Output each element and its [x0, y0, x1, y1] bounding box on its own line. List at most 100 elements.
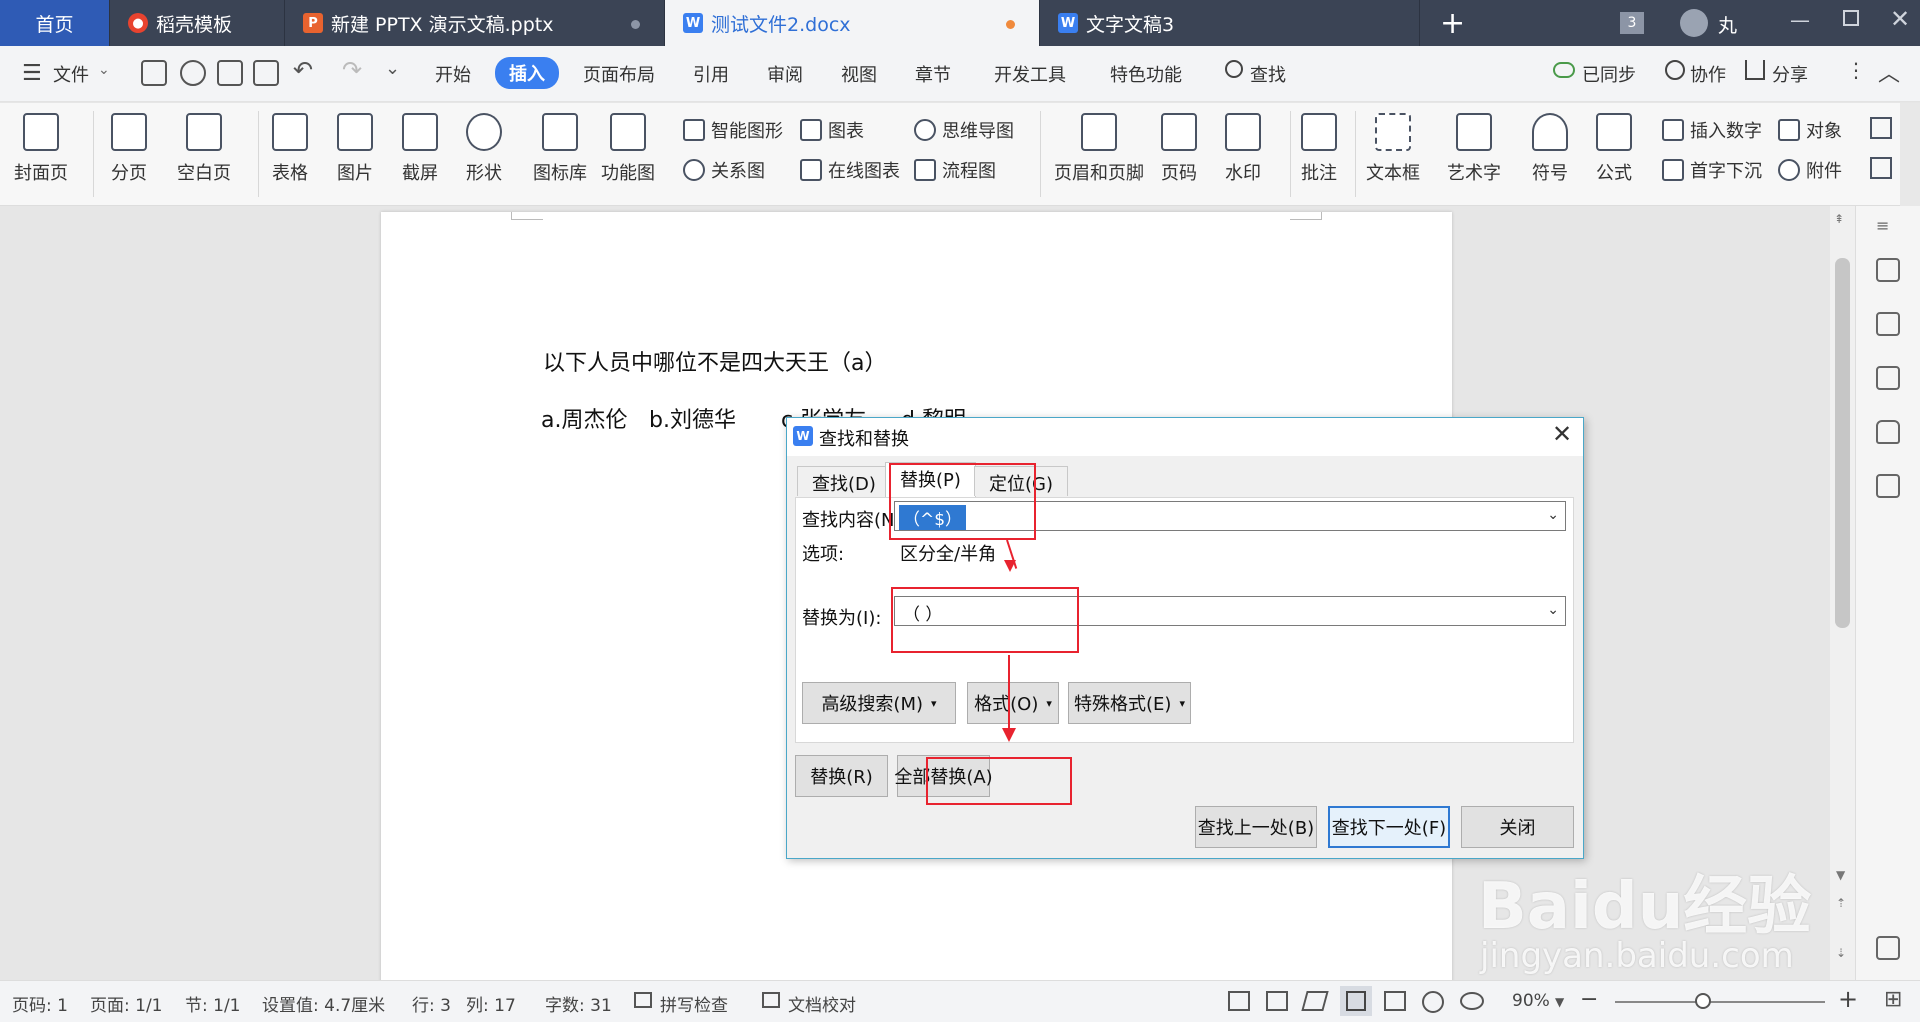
search-icon[interactable]	[1225, 60, 1243, 78]
hamburger-icon[interactable]: ☰	[22, 61, 42, 86]
web-view-icon[interactable]	[1422, 991, 1444, 1013]
tab-docx-active[interactable]: W 测试文件2.docx	[665, 0, 1040, 46]
calendar-icon[interactable]	[1870, 117, 1892, 139]
read-mode-icon[interactable]	[1266, 991, 1288, 1011]
outline-view-icon[interactable]	[1384, 991, 1406, 1011]
menu-search[interactable]: 查找	[1250, 61, 1286, 87]
smart-shape-button[interactable]: 智能图形	[683, 117, 783, 143]
new-tab-icon[interactable]: +	[1440, 6, 1465, 41]
collapse-ribbon-icon[interactable]: ︿	[1878, 56, 1900, 88]
sync-status[interactable]: 已同步	[1582, 61, 1636, 87]
relation-chart-button[interactable]: 关系图	[683, 157, 765, 183]
page-break-button[interactable]: 分页	[111, 113, 147, 185]
collab-button[interactable]: 协作	[1690, 61, 1726, 87]
status-setting[interactable]: 设置值: 4.7厘米	[262, 991, 385, 1016]
tab-find[interactable]: 查找(D)	[797, 466, 891, 496]
restore-icon[interactable]	[1843, 10, 1859, 26]
menu-item-developer[interactable]: 开发工具	[994, 61, 1066, 87]
scroll-thumb[interactable]	[1835, 258, 1850, 628]
menu-item-references[interactable]: 引用	[693, 61, 729, 87]
drop-cap-button[interactable]: 首字下沉	[1662, 157, 1762, 183]
lock-icon[interactable]	[1876, 420, 1900, 444]
dialog-close-icon[interactable]: ✕	[1552, 420, 1572, 448]
window-count-badge[interactable]: 3	[1620, 12, 1644, 34]
close-window-icon[interactable]: ✕	[1890, 5, 1910, 33]
more-icon[interactable]: ⋮	[1846, 58, 1866, 82]
zoom-dropdown-icon[interactable]: ▼	[1555, 995, 1564, 1009]
flowchart-button[interactable]: 流程图	[914, 157, 996, 183]
dialog-titlebar[interactable]: W 查找和替换 ✕	[787, 418, 1583, 456]
settings-sliders-icon[interactable]	[1876, 366, 1900, 390]
table-button[interactable]: 表格	[272, 113, 308, 185]
screenshot-button[interactable]: 截屏	[402, 113, 438, 185]
advanced-search-button[interactable]: 高级搜索(M) ▾	[802, 682, 956, 724]
menu-item-layout[interactable]: 页面布局	[583, 61, 655, 87]
print-icon[interactable]	[217, 60, 243, 86]
next-page-icon[interactable]: ⇣	[1836, 946, 1846, 960]
chevron-down-icon[interactable]: ⌄	[1547, 602, 1559, 618]
zoom-slider[interactable]	[1615, 1001, 1825, 1003]
avatar[interactable]	[1680, 9, 1708, 37]
document-line-question[interactable]: 以下人员中哪位不是四大天王（a）	[543, 345, 886, 377]
replace-button[interactable]: 替换(R)	[795, 755, 888, 797]
menu-item-start[interactable]: 开始	[435, 61, 471, 87]
function-chart-button[interactable]: 功能图	[601, 113, 655, 185]
tab-docx-3[interactable]: W 文字文稿3	[1040, 0, 1420, 46]
scroll-down-icon[interactable]: ▼	[1836, 868, 1845, 882]
eye-protect-icon[interactable]	[1460, 992, 1484, 1010]
ribbon-scroll[interactable]	[1900, 103, 1920, 206]
tab-docer[interactable]: ● 稻壳模板	[110, 0, 285, 46]
picture-button[interactable]: 图片	[337, 113, 373, 185]
find-next-button[interactable]: 查找下一处(F)	[1328, 806, 1450, 848]
document-option-a[interactable]: a.周杰伦	[541, 402, 627, 434]
menu-item-chapter[interactable]: 章节	[915, 61, 951, 87]
menu-item-insert[interactable]: 插入	[495, 57, 559, 89]
pen-icon[interactable]	[1876, 258, 1900, 282]
menu-item-features[interactable]: 特色功能	[1110, 61, 1182, 87]
format-painter-icon[interactable]	[180, 60, 206, 86]
wordart-button[interactable]: 艺术字	[1447, 113, 1501, 185]
undo-icon[interactable]: ↶	[293, 56, 313, 84]
find-previous-button[interactable]: 查找上一处(B)	[1195, 806, 1317, 848]
page-number-button[interactable]: 页码	[1161, 113, 1197, 185]
status-row[interactable]: 行: 3	[412, 991, 451, 1016]
format-button[interactable]: 格式(O) ▾	[967, 682, 1059, 724]
save-icon[interactable]	[141, 60, 167, 86]
mind-map-button[interactable]: 思维导图	[914, 117, 1014, 143]
cursor-icon[interactable]	[1876, 312, 1900, 336]
formula-button[interactable]: 公式	[1596, 113, 1632, 185]
dialog-close-button[interactable]: 关闭	[1461, 806, 1574, 848]
prev-page-icon[interactable]: ⇡	[1836, 896, 1846, 910]
fullscreen-icon[interactable]	[1228, 991, 1250, 1011]
status-col[interactable]: 列: 17	[466, 991, 516, 1016]
header-footer-button[interactable]: 页眉和页脚	[1054, 113, 1144, 185]
document-icon[interactable]	[1870, 157, 1892, 179]
attachment-button[interactable]: 附件	[1778, 157, 1842, 183]
blank-page-button[interactable]: 空白页	[177, 113, 231, 185]
zoom-slider-thumb[interactable]	[1695, 993, 1711, 1009]
menu-file[interactable]: 文件	[53, 61, 89, 87]
proofread-button[interactable]: 文档校对	[788, 991, 856, 1016]
status-page-no[interactable]: 页码: 1	[12, 991, 68, 1016]
chart-button[interactable]: 图表	[800, 117, 864, 143]
share-button[interactable]: 分享	[1772, 61, 1808, 87]
minimize-icon[interactable]: —	[1790, 8, 1810, 32]
special-format-button[interactable]: 特殊格式(E) ▾	[1068, 682, 1191, 724]
menu-item-review[interactable]: 审阅	[767, 61, 803, 87]
print-preview-icon[interactable]	[253, 60, 279, 86]
tab-pptx[interactable]: P 新建 PPTX 演示文稿.pptx	[285, 0, 665, 46]
textbox-button[interactable]: 文本框	[1366, 113, 1420, 185]
zoom-in-icon[interactable]: +	[1838, 985, 1858, 1013]
chevron-down-icon[interactable]: ⌄	[98, 62, 110, 78]
panel-toggle-icon[interactable]: ≡	[1876, 216, 1889, 235]
status-pages[interactable]: 页面: 1/1	[90, 991, 163, 1016]
watermark-button[interactable]: 水印	[1225, 113, 1261, 185]
zoom-out-icon[interactable]: −	[1580, 987, 1598, 1012]
document-option-b[interactable]: b.刘德华	[649, 402, 736, 434]
comment-button[interactable]: 批注	[1301, 113, 1337, 185]
grid-apps-icon[interactable]	[1876, 936, 1900, 960]
vertical-scrollbar[interactable]: ⇞ ▼ ⇡ ⇣	[1830, 206, 1855, 980]
tab-home[interactable]: 首页	[0, 0, 110, 46]
quick-access-chevron-icon[interactable]: ⌄	[385, 58, 400, 79]
symbol-button[interactable]: 符号	[1532, 113, 1568, 185]
